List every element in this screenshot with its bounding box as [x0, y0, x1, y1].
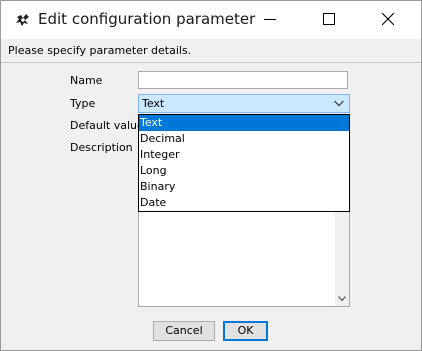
scroll-down-icon[interactable]	[338, 296, 346, 302]
dialog-window: Edit configuration parameter Please spec…	[0, 0, 422, 351]
close-button[interactable]	[365, 1, 411, 39]
type-dropdown-list: Text Decimal Integer Long Binary Date	[138, 114, 350, 212]
name-input[interactable]	[138, 71, 348, 89]
type-option-long[interactable]: Long	[139, 163, 349, 179]
window-title: Edit configuration parameter	[38, 10, 256, 28]
title-bar: Edit configuration parameter	[1, 1, 421, 39]
type-label: Type	[70, 97, 96, 110]
minimize-button[interactable]	[247, 1, 293, 39]
ok-button[interactable]: OK	[223, 321, 268, 341]
close-icon	[382, 13, 394, 25]
app-gear-icon	[15, 12, 31, 28]
minimize-icon	[264, 19, 276, 20]
maximize-icon	[323, 13, 335, 25]
type-select-value: Text	[142, 97, 165, 110]
type-option-decimal[interactable]: Decimal	[139, 131, 349, 147]
type-option-integer[interactable]: Integer	[139, 147, 349, 163]
type-option-text[interactable]: Text	[139, 115, 349, 131]
type-option-date[interactable]: Date	[139, 195, 349, 211]
maximize-button[interactable]	[306, 1, 352, 39]
type-option-binary[interactable]: Binary	[139, 179, 349, 195]
description-label: Description	[70, 141, 133, 154]
name-label: Name	[70, 74, 103, 87]
default-value-label: Default value	[70, 119, 144, 132]
instruction-text: Please specify parameter details.	[8, 44, 192, 57]
chevron-down-icon	[334, 100, 344, 107]
instruction-bar: Please specify parameter details.	[1, 39, 421, 63]
type-select[interactable]: Text	[138, 94, 350, 113]
cancel-button[interactable]: Cancel	[153, 321, 215, 341]
